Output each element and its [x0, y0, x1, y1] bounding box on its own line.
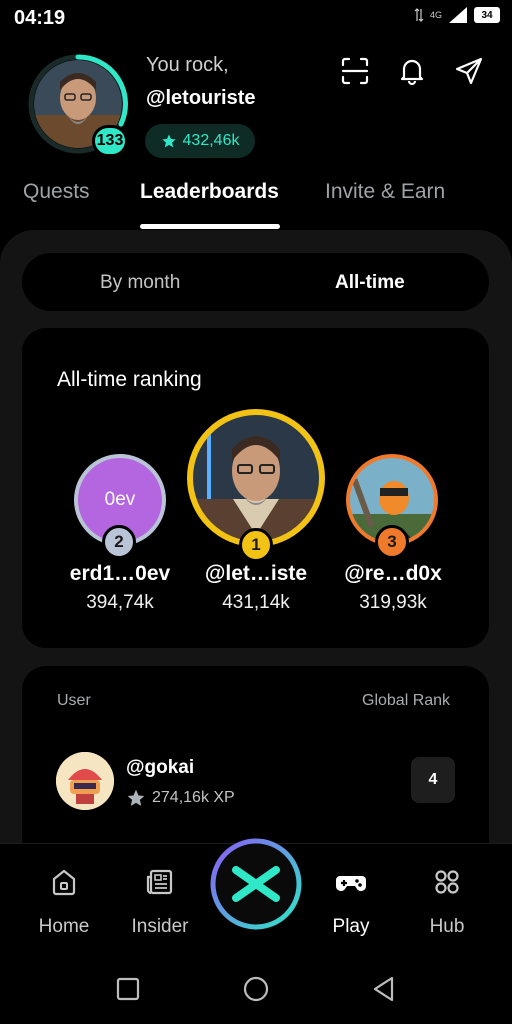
- podium-score-2: 394,74k: [86, 592, 154, 613]
- nav-hub-label: Hub: [429, 916, 465, 937]
- nav-hub[interactable]: Hub: [397, 865, 497, 938]
- battery-icon: 34: [474, 7, 500, 23]
- status-time: 04:19: [14, 7, 66, 29]
- period-by-month[interactable]: By month: [100, 272, 180, 294]
- tab-invite-earn[interactable]: Invite & Earn: [325, 180, 445, 204]
- bell-icon[interactable]: [397, 56, 427, 86]
- nav-insider[interactable]: Insider: [110, 865, 210, 938]
- tab-leaderboards[interactable]: Leaderboards: [140, 180, 279, 204]
- xp-value: 432,46k: [182, 132, 240, 149]
- greeting-text: You rock,: [146, 54, 229, 76]
- podium-name-1: @let…iste: [204, 562, 308, 585]
- period-selector: [22, 253, 489, 311]
- rank-badge-2: 2: [102, 525, 136, 559]
- grid-icon: [435, 870, 459, 894]
- level-badge: 133: [92, 125, 128, 157]
- xp-pill[interactable]: 432,46k: [145, 124, 255, 158]
- status-icons: 4G 34: [414, 6, 500, 24]
- gamepad-icon: [336, 876, 366, 891]
- avatar-image: [193, 415, 319, 541]
- recents-button[interactable]: [114, 975, 142, 1003]
- star-icon: [127, 789, 145, 806]
- status-bar: 04:19 4G 34: [0, 0, 512, 36]
- username: @letouriste: [146, 87, 256, 109]
- col-global-rank: Global Rank: [362, 692, 451, 709]
- row-xp: 274,16k XP: [126, 788, 235, 808]
- nav-play[interactable]: Play: [301, 865, 401, 938]
- row-global-rank: 4: [411, 757, 455, 803]
- home-icon: [52, 869, 76, 896]
- signal-icon: [449, 7, 467, 23]
- nav-home[interactable]: Home: [14, 865, 114, 938]
- tab-quests[interactable]: Quests: [23, 180, 90, 204]
- back-button[interactable]: [370, 975, 398, 1003]
- rank-badge-1: 1: [239, 528, 273, 562]
- nav-home-label: Home: [38, 916, 90, 937]
- row-username[interactable]: @gokai: [126, 757, 194, 779]
- home-button[interactable]: [242, 975, 270, 1003]
- col-user: User: [57, 692, 91, 709]
- nav-play-label: Play: [332, 916, 370, 937]
- center-action-button[interactable]: [210, 838, 302, 930]
- row-avatar: [56, 752, 114, 810]
- send-icon[interactable]: [454, 56, 484, 86]
- nav-insider-label: Insider: [131, 916, 189, 937]
- ranking-title: All-time ranking: [57, 368, 202, 391]
- row-xp-value: 274,16k XP: [152, 789, 235, 806]
- podium-score-3: 319,93k: [359, 592, 427, 613]
- network-label: 4G: [429, 10, 442, 20]
- podium-name-2: erd1…0ev: [69, 562, 171, 585]
- period-all-time[interactable]: All-time: [335, 272, 405, 294]
- news-icon: [146, 869, 173, 895]
- podium-score-1: 431,14k: [222, 592, 290, 613]
- scan-icon[interactable]: [340, 56, 370, 86]
- rank-badge-3: 3: [375, 525, 409, 559]
- data-arrows-icon: [414, 8, 424, 22]
- star-icon: [161, 134, 176, 148]
- podium-name-3: @re…d0x: [344, 562, 442, 585]
- podium-avatar-1[interactable]: [187, 409, 325, 547]
- active-tab-indicator: [140, 224, 280, 229]
